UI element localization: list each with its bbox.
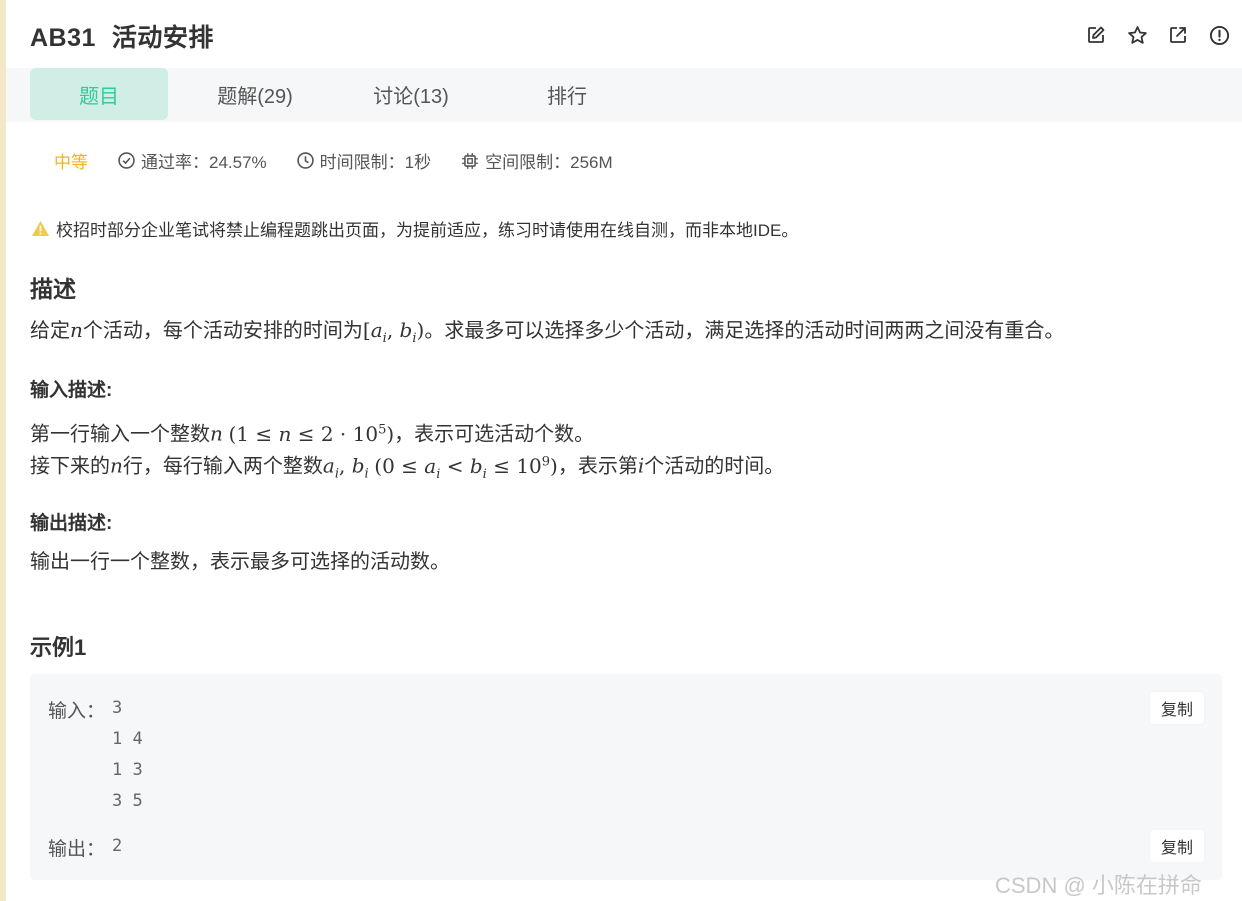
output-desc-text: 输出一行一个整数，表示最多可选择的活动数。 bbox=[30, 551, 450, 573]
copy-output-button[interactable]: 复制 bbox=[1150, 830, 1204, 862]
header-actions bbox=[1085, 24, 1230, 46]
example-output-label: 输出： bbox=[48, 839, 106, 860]
description-text: 给定n个活动，每个活动安排的时间为[ai, bi)。求最多可以选择多少个活动，满… bbox=[30, 318, 1065, 346]
clock-icon bbox=[296, 152, 314, 169]
example-input-line: 3 5 bbox=[112, 791, 143, 811]
tab-problem[interactable]: 题目 bbox=[30, 68, 168, 120]
ide-notice: 校招时部分企业笔试将禁止编程题跳出页面，为提前适应，练习时请使用在线自测，而非本… bbox=[31, 216, 798, 241]
tab-bar: 题目 题解(29) 讨论(13) 排行 bbox=[6, 68, 1242, 122]
problem-title: 活动安排 bbox=[111, 24, 214, 52]
tab-ranking[interactable]: 排行 bbox=[502, 68, 632, 120]
page-title: AB31 活动安排 bbox=[30, 18, 214, 54]
check-circle-icon bbox=[118, 152, 135, 169]
example-box: 输入： 3 1 4 1 3 3 5 复制 输出： 2 复制 bbox=[30, 674, 1222, 880]
left-edge-strip bbox=[0, 0, 6, 901]
input-desc-line2: 接下来的n行，每行输入两个整数ai, bi (0 ≤ ai < bi ≤ 109… bbox=[30, 453, 785, 482]
warning-icon bbox=[32, 220, 49, 237]
example-input-label: 输入： bbox=[48, 701, 106, 722]
alert-icon[interactable] bbox=[1208, 24, 1230, 46]
problem-code: AB31 bbox=[30, 24, 96, 52]
pass-rate: 通过率：24.57% bbox=[118, 148, 267, 173]
example-input-line: 1 3 bbox=[112, 760, 143, 780]
star-icon[interactable] bbox=[1126, 24, 1148, 46]
difficulty-badge: 中等 bbox=[54, 153, 88, 172]
tab-discussion[interactable]: 讨论(13) bbox=[346, 68, 476, 120]
example-heading: 示例1 bbox=[30, 635, 87, 660]
edit-icon[interactable] bbox=[1085, 24, 1107, 46]
input-desc-heading: 输入描述: bbox=[30, 380, 113, 401]
description-heading: 描述 bbox=[30, 276, 76, 302]
memory-limit: 空间限制：256M bbox=[461, 148, 613, 173]
copy-input-button[interactable]: 复制 bbox=[1150, 692, 1204, 724]
example-input-line: 1 4 bbox=[112, 729, 143, 749]
example-output-value: 2 bbox=[112, 836, 123, 856]
problem-meta: 中等 通过率：24.57% 时间限制：1秒 空间限制：256M bbox=[54, 148, 643, 173]
output-desc-heading: 输出描述: bbox=[30, 513, 113, 534]
chip-icon bbox=[462, 152, 479, 169]
csdn-watermark: CSDN @ 小陈在拼命 bbox=[995, 873, 1202, 898]
problem-header: AB31 活动安排 bbox=[30, 18, 1230, 54]
time-limit: 时间限制：1秒 bbox=[296, 148, 431, 173]
external-link-icon[interactable] bbox=[1167, 24, 1189, 46]
notice-text: 校招时部分企业笔试将禁止编程题跳出页面，为提前适应，练习时请使用在线自测，而非本… bbox=[56, 221, 799, 240]
tab-solutions[interactable]: 题解(29) bbox=[190, 68, 320, 120]
example-input-line: 3 bbox=[112, 698, 123, 718]
